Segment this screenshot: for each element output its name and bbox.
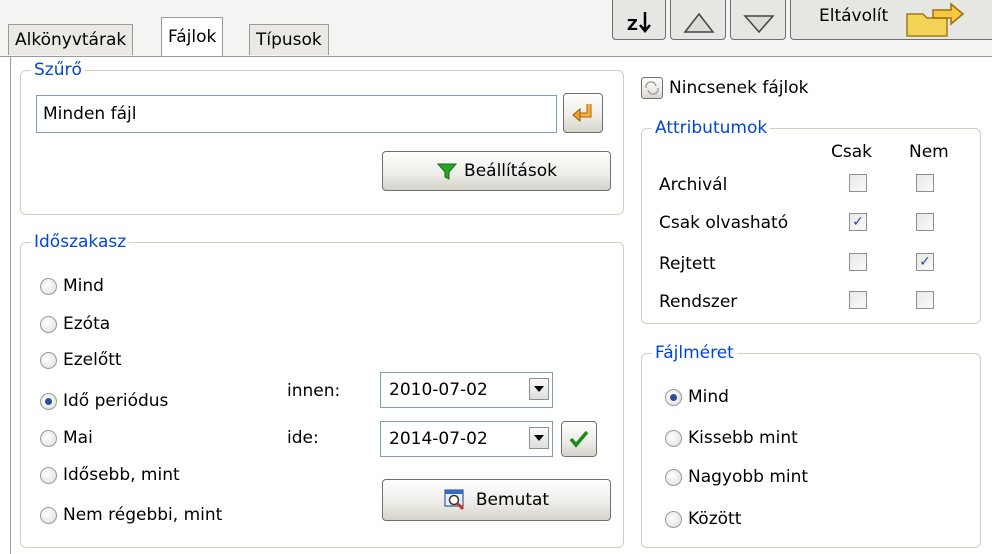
period-option-range[interactable]: Idő periódus bbox=[40, 391, 168, 411]
sort-icon: Z bbox=[627, 12, 651, 34]
from-date-value: 2010-07-02 bbox=[389, 380, 488, 400]
column-only-header: Csak bbox=[831, 142, 872, 162]
show-label: Bemutat bbox=[475, 490, 550, 510]
hidden-only-checkbox[interactable] bbox=[849, 253, 867, 271]
readonly-only-checkbox[interactable]: ✓ bbox=[849, 213, 867, 231]
confirm-date-button[interactable] bbox=[561, 421, 597, 457]
attribute-label-system: Rendszer bbox=[659, 292, 738, 312]
sort-button[interactable]: Z bbox=[612, 0, 666, 40]
tab-types[interactable]: Típusok bbox=[249, 24, 329, 55]
radio-circle bbox=[40, 429, 57, 447]
filter-title: Szűrő bbox=[31, 60, 85, 80]
swap-icon bbox=[645, 81, 659, 95]
attribute-label-archive: Archivál bbox=[659, 175, 728, 195]
period-option-before[interactable]: Ezelőtt bbox=[40, 350, 122, 370]
tab-label: Típusok bbox=[256, 30, 322, 50]
filesize-option-between[interactable]: Között bbox=[665, 509, 741, 529]
period-option-since[interactable]: Ezóta bbox=[40, 314, 110, 334]
tab-subfolders[interactable]: Alkönyvtárak bbox=[8, 24, 134, 55]
radio-label: Ezóta bbox=[63, 314, 111, 334]
panel-left-border bbox=[10, 57, 11, 554]
filter-input[interactable]: Minden fájl bbox=[36, 95, 557, 133]
filesize-title: Fájlméret bbox=[652, 343, 737, 363]
tab-label: Alkönyvtárak bbox=[15, 30, 127, 50]
tab-label: Fájlok bbox=[168, 27, 217, 47]
period-option-older-than[interactable]: Idősebb, mint bbox=[40, 465, 180, 485]
period-option-not-older-than[interactable]: Nem régebbi, mint bbox=[40, 505, 222, 525]
radio-label: Kissebb mint bbox=[688, 428, 798, 448]
filesize-option-all[interactable]: Mind bbox=[665, 387, 729, 407]
attribute-label-readonly: Csak olvasható bbox=[659, 213, 789, 233]
radio-label: Mind bbox=[63, 276, 104, 296]
chevron-down-icon[interactable] bbox=[529, 427, 549, 449]
filesize-option-larger[interactable]: Nagyobb mint bbox=[665, 467, 808, 487]
column-not-header: Nem bbox=[909, 142, 949, 162]
remove-label: Eltávolít bbox=[819, 6, 889, 26]
radio-circle-selected bbox=[665, 388, 682, 406]
show-button[interactable]: Bemutat bbox=[382, 479, 611, 521]
archive-only-checkbox[interactable] bbox=[849, 174, 867, 192]
chevron-down-icon[interactable] bbox=[529, 378, 549, 400]
radio-circle bbox=[40, 315, 57, 333]
triangle-down-icon bbox=[743, 15, 775, 34]
move-down-button[interactable] bbox=[730, 0, 786, 40]
radio-label: Idősebb, mint bbox=[63, 465, 180, 485]
radio-circle bbox=[665, 468, 682, 486]
radio-circle-selected bbox=[40, 392, 57, 410]
enter-arrow-icon bbox=[572, 104, 592, 123]
period-option-all[interactable]: Mind bbox=[40, 276, 104, 296]
to-label: ide: bbox=[287, 428, 319, 448]
move-up-button[interactable] bbox=[670, 0, 726, 40]
radio-circle bbox=[40, 506, 57, 524]
filter-value: Minden fájl bbox=[43, 104, 137, 124]
attribute-label-hidden: Rejtett bbox=[659, 254, 716, 274]
svg-text:Z: Z bbox=[627, 16, 638, 34]
period-option-today[interactable]: Mai bbox=[40, 428, 93, 448]
tab-files[interactable]: Fájlok bbox=[161, 17, 224, 56]
folder-arrow-icon bbox=[906, 2, 965, 37]
radio-circle bbox=[40, 466, 57, 484]
system-not-checkbox[interactable] bbox=[916, 291, 934, 309]
radio-label: Ezelőtt bbox=[63, 350, 122, 370]
period-title: Időszakasz bbox=[31, 232, 130, 252]
magnifier-icon bbox=[444, 489, 464, 511]
radio-circle bbox=[40, 351, 57, 369]
radio-label: Mind bbox=[688, 387, 729, 407]
settings-button[interactable]: Beállítások bbox=[382, 151, 611, 191]
to-date-select[interactable]: 2014-07-02 bbox=[380, 421, 553, 457]
radio-label: Idő periódus bbox=[63, 391, 169, 411]
radio-circle bbox=[665, 429, 682, 447]
archive-not-checkbox[interactable] bbox=[916, 174, 934, 192]
no-files-label: Nincsenek fájlok bbox=[669, 78, 809, 98]
radio-circle bbox=[40, 277, 57, 295]
radio-circle bbox=[665, 510, 682, 528]
radio-label: Között bbox=[688, 509, 742, 529]
to-date-value: 2014-07-02 bbox=[389, 429, 488, 449]
system-only-checkbox[interactable] bbox=[849, 291, 867, 309]
radio-label: Mai bbox=[63, 428, 93, 448]
radio-label: Nagyobb mint bbox=[688, 467, 809, 487]
readonly-not-checkbox[interactable] bbox=[916, 213, 934, 231]
from-label: innen: bbox=[287, 381, 341, 401]
remove-button[interactable]: Eltávolít bbox=[790, 0, 992, 40]
filter-groupbox bbox=[20, 70, 624, 215]
radio-label: Nem régebbi, mint bbox=[63, 505, 223, 525]
funnel-icon bbox=[436, 163, 458, 180]
attributes-title: Attributumok bbox=[652, 118, 771, 138]
checkmark-icon bbox=[569, 430, 589, 448]
apply-filter-button[interactable] bbox=[563, 93, 603, 133]
triangle-up-icon bbox=[683, 12, 715, 33]
filesize-option-smaller[interactable]: Kissebb mint bbox=[665, 428, 798, 448]
from-date-select[interactable]: 2010-07-02 bbox=[380, 372, 553, 408]
hidden-not-checkbox[interactable]: ✓ bbox=[916, 253, 934, 271]
no-files-toggle[interactable] bbox=[641, 77, 663, 99]
settings-label: Beállítások bbox=[464, 161, 557, 181]
